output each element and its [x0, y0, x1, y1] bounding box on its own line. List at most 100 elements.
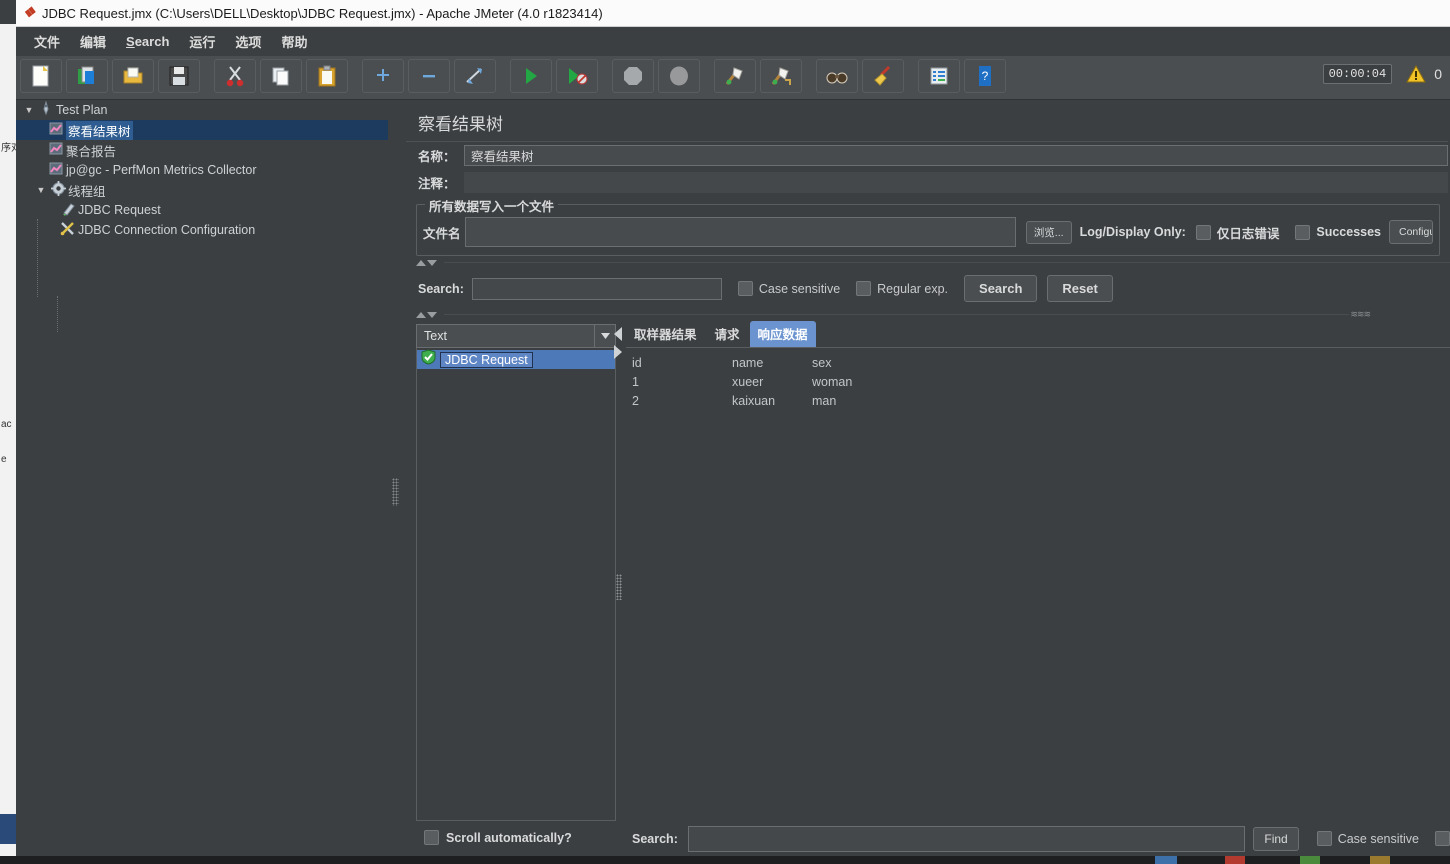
collapse-expand-divider-2[interactable]: ≋≋≋ — [404, 308, 1450, 321]
splitter-right-arrow-icon[interactable] — [614, 345, 622, 359]
case-sensitive-checkbox-wrap[interactable]: Case sensitive — [737, 281, 840, 296]
clear-all-button[interactable] — [760, 59, 802, 93]
search-input[interactable] — [471, 277, 722, 300]
tree-node-jdbc-request[interactable]: JDBC Request — [16, 200, 388, 220]
cut-button[interactable] — [214, 59, 256, 93]
divider-down-arrow-icon[interactable] — [427, 259, 437, 266]
new-button[interactable] — [20, 59, 62, 93]
menu-search[interactable]: Search — [116, 30, 179, 53]
errors-only-label: 仅日志错误 — [1216, 226, 1280, 241]
comment-input[interactable] — [464, 172, 1448, 193]
detail-tabs: 取样器结果 请求 响应数据 — [626, 321, 1450, 347]
write-all-data-legend: 所有数据写入一个文件 — [425, 196, 559, 215]
menu-edit[interactable]: 编辑 — [70, 28, 116, 55]
templates-button[interactable] — [66, 59, 108, 93]
list-item[interactable]: JDBC Request — [417, 349, 615, 369]
filename-input[interactable] — [464, 217, 1016, 247]
tree-node-perfmon-metrics-collector[interactable]: jp@gc - PerfMon Metrics Collector — [16, 160, 388, 180]
tree-node-label: Test Plan — [56, 103, 108, 117]
help-button[interactable]: ? — [964, 59, 1006, 93]
splitter-grip-2[interactable] — [616, 574, 622, 600]
menu-help[interactable]: 帮助 — [271, 28, 317, 55]
open-button[interactable] — [112, 59, 154, 93]
start-no-pauses-button[interactable] — [556, 59, 598, 93]
response-cell: woman — [812, 375, 853, 389]
collapse-expand-divider-1[interactable] — [404, 256, 1450, 269]
chevron-down-icon[interactable]: ▼ — [22, 105, 36, 115]
menu-options[interactable]: 选项 — [225, 28, 271, 55]
paste-button[interactable] — [306, 59, 348, 93]
scroll-automatically-wrap[interactable]: Scroll automatically? — [416, 821, 616, 845]
taskbar-item-1[interactable] — [1155, 856, 1177, 864]
search-button[interactable]: Search — [964, 275, 1038, 302]
name-row: 名称： 察看结果树 — [404, 142, 1450, 169]
detail-case-sensitive-checkbox[interactable] — [1316, 831, 1332, 846]
tab-request[interactable]: 请求 — [707, 321, 748, 347]
stop-button[interactable] — [612, 59, 654, 93]
tree-node-jdbc-connection-configuration[interactable]: JDBC Connection Configuration — [16, 220, 388, 240]
menu-file[interactable]: 文件 — [24, 28, 70, 55]
reset-button[interactable]: Reset — [1047, 275, 1113, 302]
detail-regexp-checkbox[interactable] — [1435, 831, 1450, 846]
start-button[interactable] — [510, 59, 552, 93]
detail-regexp-wrap[interactable] — [1435, 831, 1450, 846]
function-helper-button[interactable] — [918, 59, 960, 93]
scroll-automatically-checkbox[interactable] — [424, 830, 439, 845]
browse-button[interactable]: 浏览... — [1025, 220, 1072, 244]
errors-only-checkbox[interactable] — [1195, 224, 1211, 240]
shutdown-button[interactable] — [658, 59, 700, 93]
tree-node-view-results-tree[interactable]: 察看结果树 — [16, 120, 388, 140]
results-tree-pane: Text JDBC Request Scroll automatically? — [416, 324, 616, 845]
splitter-left-arrow-icon[interactable] — [614, 327, 622, 341]
errors-only-checkbox-wrap[interactable]: 仅日志错误 — [1195, 223, 1280, 242]
results-detail-splitter[interactable] — [612, 324, 626, 821]
chevron-down-icon[interactable]: ▼ — [34, 185, 48, 195]
results-list[interactable]: JDBC Request — [416, 348, 616, 821]
regular-exp-checkbox-wrap[interactable]: Regular exp. — [856, 281, 948, 296]
result-detail-pane: 取样器结果 请求 响应数据 id name sex 1 xueer woman … — [626, 321, 1450, 821]
successes-checkbox[interactable] — [1295, 224, 1311, 240]
divider-grip-dots[interactable]: ≋≋≋ — [1350, 309, 1371, 320]
taskbar-item-3[interactable] — [1300, 856, 1320, 864]
save-button[interactable] — [158, 59, 200, 93]
menu-run[interactable]: 运行 — [179, 28, 225, 55]
find-button[interactable]: Find — [1253, 826, 1299, 851]
tree-node-thread-group[interactable]: ▼ 线程组 — [16, 180, 388, 200]
results-lower-area: Text JDBC Request Scroll automatically? … — [404, 321, 1450, 856]
name-input[interactable]: 察看结果树 — [464, 145, 1448, 166]
search-button[interactable] — [816, 59, 858, 93]
tab-sampler-result[interactable]: 取样器结果 — [626, 321, 705, 347]
tree-node-test-plan[interactable]: ▼ Test Plan — [16, 100, 388, 120]
toggle-button[interactable] — [454, 59, 496, 93]
warning-triangle-icon[interactable] — [1406, 65, 1427, 83]
expand-all-button[interactable] — [362, 59, 404, 93]
clear-button[interactable] — [714, 59, 756, 93]
response-data-view[interactable]: id name sex 1 xueer woman 2 kaixuan man — [626, 348, 1450, 801]
collapse-all-button[interactable] — [408, 59, 450, 93]
render-selector[interactable]: Text — [416, 324, 616, 348]
tree-node-aggregate-report[interactable]: 聚合报告 — [16, 140, 388, 160]
divider-up-arrow-icon[interactable] — [416, 259, 426, 266]
response-cell: 1 — [632, 375, 639, 389]
configure-button[interactable]: Configure — [1389, 220, 1433, 244]
response-cell: xueer — [732, 375, 764, 389]
detail-case-sensitive-wrap[interactable]: Case sensitive — [1316, 831, 1419, 846]
divider-down-arrow-icon-2[interactable] — [427, 311, 437, 318]
render-selector-value: Text — [424, 329, 447, 343]
test-plan-tree[interactable]: ▼ Test Plan 察看结果树 聚合报告 jp@gc - PerfMon M… — [16, 100, 389, 856]
jdbc-sampler-icon — [58, 201, 78, 219]
splitter-grip[interactable] — [392, 478, 399, 506]
copy-button[interactable] — [260, 59, 302, 93]
taskbar-item-4[interactable] — [1370, 856, 1390, 864]
detail-search-input[interactable] — [687, 825, 1246, 852]
tree-node-label: JDBC Request — [78, 203, 161, 217]
tree-node-label: JDBC Connection Configuration — [78, 223, 256, 237]
tab-response-data[interactable]: 响应数据 — [749, 321, 816, 347]
regular-exp-checkbox[interactable] — [856, 281, 872, 296]
divider-up-arrow-icon-2[interactable] — [416, 311, 426, 318]
successes-checkbox-wrap[interactable]: Successes — [1295, 224, 1381, 240]
taskbar-item-2[interactable] — [1225, 856, 1245, 864]
reset-search-button[interactable] — [862, 59, 904, 93]
case-sensitive-checkbox[interactable] — [737, 281, 753, 296]
main-splitter[interactable] — [388, 100, 404, 856]
